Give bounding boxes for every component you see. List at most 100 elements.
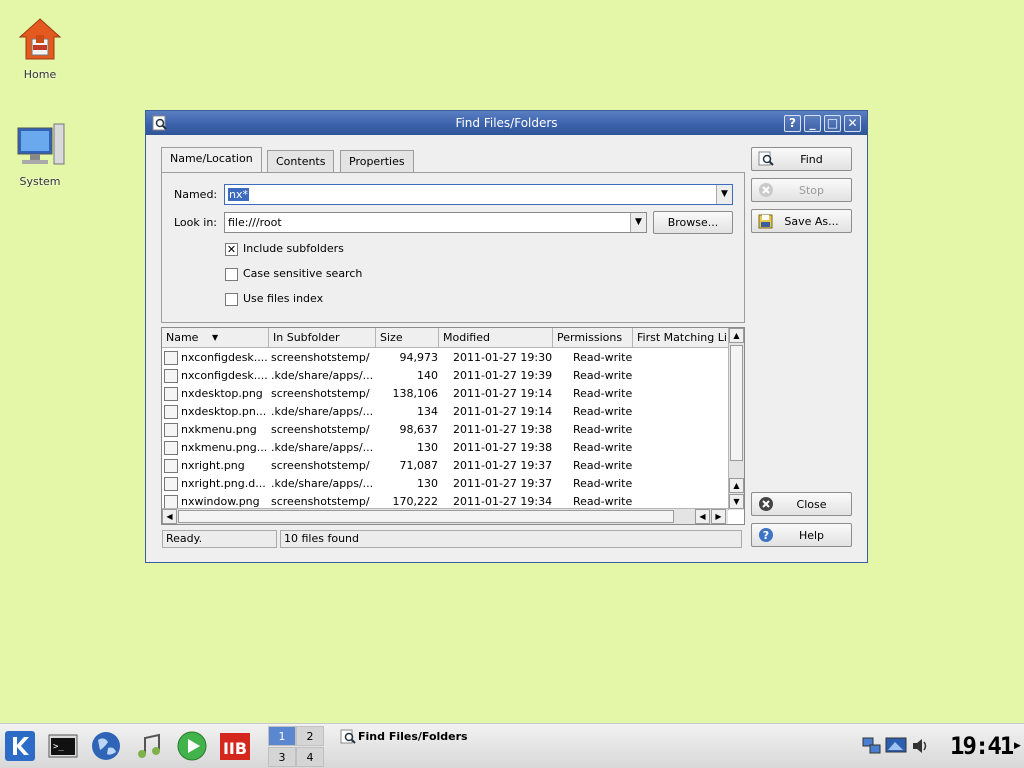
volume-icon[interactable] [910, 736, 930, 756]
find-files-window: Find Files/Folders ? _ □ ✕ Name/Location… [145, 110, 868, 563]
column-subfolder[interactable]: In Subfolder [269, 328, 376, 348]
browse-button[interactable]: Browse... [653, 211, 733, 234]
clock[interactable]: 19:41 [950, 732, 1014, 760]
table-header: Name ▼ In Subfolder Size Modified Permis… [162, 328, 728, 348]
column-size[interactable]: Size [376, 328, 439, 348]
chevron-down-icon[interactable]: ▼ [716, 185, 732, 204]
pager-desktop-1[interactable]: 1 [268, 726, 296, 746]
column-first-matching-line[interactable]: First Matching Li [633, 328, 728, 348]
table-cell: nxdesktop.png [181, 387, 263, 400]
display-icon[interactable] [885, 736, 907, 756]
results-table[interactable]: Name ▼ In Subfolder Size Modified Permis… [161, 327, 745, 525]
table-cell: Read-write [573, 459, 633, 472]
scroll-down-icon[interactable]: ▼ [729, 494, 744, 509]
table-row[interactable]: nxdesktop.png screenshotstemp/138,106 2011… [162, 385, 728, 403]
table-cell: 130 [417, 441, 438, 454]
desktop-icon-label: System [19, 175, 61, 188]
column-name[interactable]: Name ▼ [162, 328, 269, 348]
pager-desktop-3[interactable]: 3 [268, 747, 296, 767]
use-files-index-checkbox[interactable] [225, 293, 238, 306]
desktop-icon-system[interactable]: System [8, 122, 72, 188]
table-cell: 130 [417, 477, 438, 490]
table-cell: 138,106 [392, 387, 439, 400]
network-icon[interactable] [862, 736, 882, 756]
chevron-right-icon[interactable]: ▶ [1014, 741, 1021, 751]
desktop-icon-label: Home [23, 68, 57, 81]
help-title-button[interactable]: ? [784, 115, 801, 132]
include-subfolders-label[interactable]: Include subfolders [243, 242, 344, 255]
scroll-up-icon[interactable]: ▲ [729, 328, 744, 343]
taskbar-task-find-files[interactable]: Find Files/Folders [338, 728, 528, 746]
table-cell: 2011-01-27 19:37 [453, 459, 553, 472]
column-permissions[interactable]: Permissions [553, 328, 633, 348]
vertical-scrollbar[interactable]: ▲ ▲ ▼ [728, 328, 744, 510]
pager-desktop-2[interactable]: 2 [296, 726, 324, 746]
help-label: Help [798, 529, 825, 542]
save-as-button[interactable]: Save As... [751, 209, 852, 233]
stop-label: Stop [798, 184, 824, 197]
table-row[interactable]: nxconfigdesk.... .kde/share/apps/... 140 20… [162, 367, 728, 385]
table-cell: nxdesktop.pn... [181, 405, 267, 418]
find-button[interactable]: Find [751, 147, 852, 171]
image-file-icon [164, 351, 178, 365]
terminal-icon[interactable]: >_ [47, 730, 79, 762]
table-cell: 2011-01-27 19:39 [453, 369, 553, 382]
tab-properties[interactable]: Properties [340, 150, 414, 172]
table-cell: 2011-01-27 19:30 [453, 351, 553, 364]
chevron-down-icon[interactable]: ▼ [630, 213, 646, 232]
scroll-left-icon[interactable]: ◀ [695, 509, 710, 524]
pager-desktop-4[interactable]: 4 [296, 747, 324, 767]
media-play-icon[interactable] [176, 730, 208, 762]
browser-globe-icon[interactable] [90, 730, 122, 762]
table-cell: Read-write [573, 405, 633, 418]
case-sensitive-checkbox[interactable] [225, 268, 238, 281]
music-player-icon[interactable] [133, 730, 165, 762]
table-cell: 2011-01-27 19:14 [453, 387, 553, 400]
table-row[interactable]: nxright.png.d... .kde/share/apps/... 130 20… [162, 475, 728, 493]
use-files-index-label[interactable]: Use files index [243, 292, 323, 305]
named-combo[interactable]: nx* ▼ [224, 184, 733, 205]
taskbar: >_ IIB 1 2 3 4 Find Files/Folders 19:41 … [0, 723, 1024, 768]
minimize-button[interactable]: _ [804, 115, 821, 132]
scroll-up-icon[interactable]: ▲ [729, 478, 744, 493]
close-button[interactable]: Close [751, 492, 852, 516]
vertical-scroll-thumb[interactable] [730, 345, 743, 461]
column-modified[interactable]: Modified [439, 328, 553, 348]
include-subfolders-checkbox[interactable]: ✕ [225, 243, 238, 256]
window-titlebar[interactable]: Find Files/Folders ? _ □ ✕ [146, 111, 867, 135]
help-button[interactable]: ? Help [751, 523, 852, 547]
kde-menu-icon[interactable] [4, 730, 36, 762]
home-icon [18, 18, 62, 60]
table-cell: .kde/share/apps/... [271, 441, 374, 454]
office-app-icon[interactable]: IIB [219, 730, 251, 762]
tab-name-location[interactable]: Name/Location [161, 147, 262, 172]
scroll-right-icon[interactable]: ▶ [711, 509, 726, 524]
table-row[interactable]: nxright.png screenshotstemp/71,087 2011-01… [162, 457, 728, 475]
horizontal-scrollbar[interactable]: ◀ ◀ ▶ [162, 508, 728, 524]
image-file-icon [164, 441, 178, 455]
table-row[interactable]: nxkmenu.png screenshotstemp/98,637 2011-01… [162, 421, 728, 439]
table-cell: .kde/share/apps/... [271, 369, 374, 382]
horizontal-scroll-thumb[interactable] [178, 510, 674, 523]
table-row[interactable]: nxdesktop.pn... .kde/share/apps/... 134 201… [162, 403, 728, 421]
lookin-input[interactable]: file:///root [228, 216, 282, 229]
stop-button[interactable]: Stop [751, 178, 852, 202]
table-cell: Read-write [573, 477, 633, 490]
maximize-button[interactable]: □ [824, 115, 841, 132]
lookin-combo[interactable]: file:///root ▼ [224, 212, 647, 233]
search-icon [340, 729, 356, 744]
table-cell: .kde/share/apps/... [271, 405, 374, 418]
case-sensitive-label[interactable]: Case sensitive search [243, 267, 362, 280]
named-input[interactable]: nx* [228, 188, 249, 201]
image-file-icon [164, 459, 178, 473]
scroll-left-icon[interactable]: ◀ [162, 509, 177, 524]
close-title-button[interactable]: ✕ [844, 115, 861, 132]
sort-desc-icon: ▼ [212, 333, 219, 342]
table-cell: Read-write [573, 351, 633, 364]
lookin-label: Look in: [174, 216, 217, 229]
tab-contents[interactable]: Contents [267, 150, 335, 172]
table-cell: 94,973 [399, 351, 439, 364]
desktop-icon-home[interactable]: Home [8, 15, 72, 81]
table-row[interactable]: nxconfigdesk.... screenshotstemp/94,973 20… [162, 349, 728, 367]
table-row[interactable]: nxkmenu.png... .kde/share/apps/... 130 2011… [162, 439, 728, 457]
